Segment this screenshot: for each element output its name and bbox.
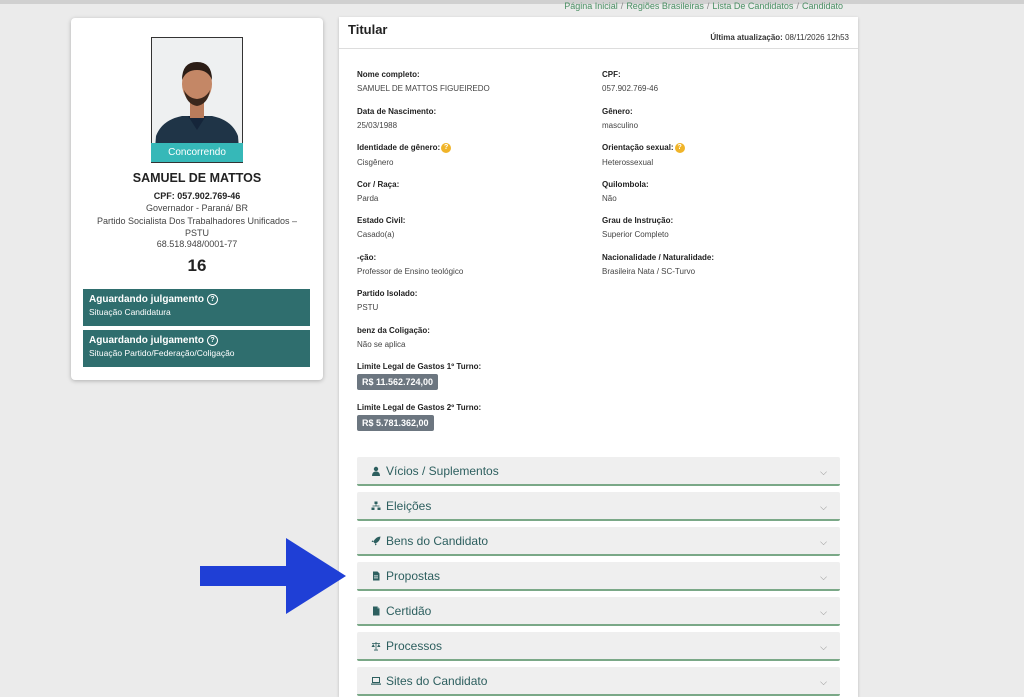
candidate-office: Governador - Paraná/ BR (145, 203, 249, 213)
details-panel: Titular Última atualização: 08/11/2026 1… (339, 17, 858, 697)
accordion-label: Eleições (386, 499, 432, 513)
scale-icon (371, 642, 381, 651)
user-icon (372, 466, 380, 476)
breadcrumb-separator: / (706, 1, 710, 11)
competing-badge: Concorrendo (151, 143, 243, 162)
status-candidacy: Aguardando julgamento? Situação Candidat… (83, 289, 310, 326)
arrow-annotation-icon (200, 538, 346, 614)
file-icon (373, 571, 380, 581)
field-spending-limit-1: Limite Legal de Gastos 1º Turno: R$ 11.56… (357, 362, 481, 390)
chevron-down-icon: ⌵ (820, 502, 827, 512)
last-updated: Última atualização: 08/11/2026 12h53 (710, 33, 849, 42)
field-birth-date: Data de Nascimento: 25/03/1988 (357, 107, 437, 130)
panel-title: Titular (348, 22, 388, 37)
field-education: Grau de Instrução: Superior Completo (602, 216, 674, 239)
status-subtitle: Situação Candidatura (89, 307, 171, 317)
status-title: Aguardando julgamento? (89, 294, 304, 305)
candidate-cpf: CPF: 057.902.769-46 (153, 191, 241, 201)
chevron-down-icon: ⌵ (820, 607, 827, 617)
field-quilombola: Quilombola: Não (602, 180, 649, 203)
accordion-label: Bens do Candidato (386, 534, 489, 548)
chevron-down-icon: ⌵ (820, 572, 827, 582)
field-nationality: Nacionalidade / Naturalidade: Brasileira … (602, 253, 715, 276)
field-race: Cor / Raça: Parda (357, 180, 400, 203)
sitemap-icon (371, 501, 381, 510)
candidate-number: 16 (187, 256, 207, 275)
status-subtitle: Situação Partido/Federação/Coligação (89, 348, 235, 358)
accordion-certidao[interactable]: Certidão ⌵ (357, 597, 840, 626)
breadcrumb-home[interactable]: Página Inicial (564, 1, 618, 11)
field-cpf: CPF: 057.902.769-46 (602, 70, 659, 93)
accordion-label: Processos (386, 639, 443, 653)
accordion-label: Vícios / Suplementos (386, 464, 499, 478)
accordion-vicios-suplementos[interactable]: Vícios / Suplementos ⌵ (357, 457, 840, 486)
accordion-eleicoes[interactable]: Eleições ⌵ (357, 492, 840, 521)
chevron-down-icon: ⌵ (820, 677, 827, 687)
candidate-cnpj: 68.518.948/0001-77 (156, 239, 238, 249)
field-marital-status: Estado Civil: Casado(a) (357, 216, 406, 239)
help-icon[interactable]: ? (674, 143, 685, 153)
accordion-propostas[interactable]: Propostas ⌵ (357, 562, 840, 591)
field-gender: Gênero: masculino (602, 107, 639, 130)
breadcrumb-candidates-list[interactable]: Lista De Candidatos (712, 1, 793, 11)
field-spending-limit-2: Limite Legal de Gastos 2º Turno: R$ 5.781… (357, 403, 481, 431)
money-badge: R$ 11.562.724,00 (357, 374, 439, 390)
breadcrumb-separator: / (796, 1, 799, 11)
laptop-icon (371, 677, 381, 685)
field-coalition: benz da Coligação: Não se aplica (357, 326, 430, 349)
candidate-card: Concorrendo SAMUEL DE MATTOS CPF: 057.90… (71, 18, 323, 380)
document-icon (373, 606, 380, 616)
panel-header: Titular Última atualização: 08/11/2026 1… (339, 17, 858, 49)
breadcrumb: Página Inicial / Regiões Brasileiras / Lista… (564, 1, 843, 11)
field-full-name: Nome completo: SAMUEL DE MATTOS FIGUEIRED… (357, 70, 490, 93)
top-bar (0, 0, 1024, 4)
accordion-sites-candidato[interactable]: Sites do Candidato ⌵ (357, 667, 840, 696)
accordion-bens-candidato[interactable]: Bens do Candidato ⌵ (357, 527, 840, 556)
breadcrumb-current: Candidato (801, 1, 843, 11)
status-title: Aguardando julgamento? (89, 335, 304, 346)
money-badge: R$ 5.781.362,00 (357, 415, 434, 431)
chevron-down-icon: ⌵ (820, 537, 827, 547)
candidate-name: SAMUEL DE MATTOS (132, 171, 262, 185)
field-occupation: -ção: Professor de Ensino teológico (357, 253, 464, 276)
field-gender-identity: Identidade de gênero:? Cisgênero (357, 143, 452, 167)
help-icon[interactable]: ? (441, 143, 452, 153)
breadcrumb-regions[interactable]: Regiões Brasileiras (626, 1, 704, 11)
chevron-down-icon: ⌵ (820, 642, 827, 652)
help-icon[interactable]: ? (207, 294, 218, 305)
accordion-label: Certidão (386, 604, 432, 618)
breadcrumb-separator: / (620, 1, 624, 11)
field-party: Partido Isolado: PSTU (357, 289, 418, 312)
status-party: Aguardando julgamento? Situação Partido/… (83, 330, 310, 367)
candidate-party: Partido Socialista Dos Trabalhadores Uni… (96, 216, 298, 238)
field-sexual-orientation: Orientação sexual:? Heterossexual (602, 143, 685, 167)
chevron-down-icon: ⌵ (820, 467, 827, 477)
accordion-label: Sites do Candidato (386, 674, 488, 688)
accordion-label: Propostas (386, 569, 441, 583)
rocket-icon (371, 536, 381, 546)
accordion-processos[interactable]: Processos ⌵ (357, 632, 840, 661)
help-icon[interactable]: ? (207, 335, 218, 346)
